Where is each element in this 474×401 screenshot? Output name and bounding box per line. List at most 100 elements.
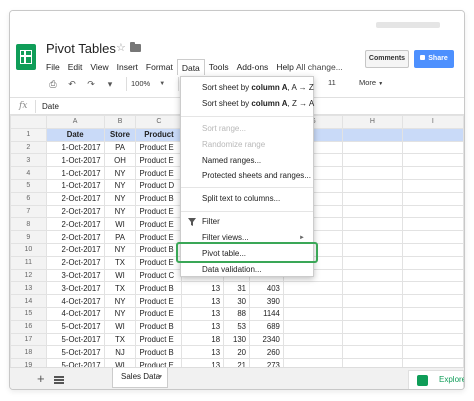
row-header[interactable]: 10 (10, 242, 47, 257)
cell-i[interactable] (401, 294, 464, 308)
cell-date[interactable]: 5-Oct-2017 (45, 319, 105, 334)
zoom-select[interactable]: 100% (131, 77, 150, 91)
paint-format-icon[interactable]: ▾ (103, 77, 117, 91)
row-header[interactable]: 14 (10, 294, 47, 308)
cell-date[interactable]: 1-Oct-2017 (45, 178, 105, 193)
cell-g[interactable] (282, 358, 344, 367)
cell-d[interactable]: 13 (181, 345, 225, 360)
cell-e[interactable]: 88 (223, 306, 250, 321)
cell-g[interactable] (282, 319, 344, 334)
cell-date[interactable]: 1-Oct-2017 (45, 153, 105, 168)
cell-date[interactable]: 1-Oct-2017 (45, 166, 105, 180)
cell-h[interactable] (342, 153, 403, 168)
zoom-chevron-down-icon[interactable]: ▼ (155, 77, 169, 91)
row-header[interactable]: 17 (10, 332, 47, 347)
cell-store[interactable]: NY (103, 242, 137, 257)
cell-date[interactable]: 1-Oct-2017 (45, 140, 105, 155)
row-header[interactable]: 3 (10, 153, 47, 168)
cell-h[interactable] (342, 281, 403, 296)
cell-h[interactable] (342, 345, 403, 360)
row-header[interactable]: 9 (10, 230, 47, 244)
font-size-select[interactable]: 11 (328, 78, 336, 87)
cell-product[interactable]: Product B (135, 345, 183, 360)
cell-g[interactable] (282, 332, 344, 347)
cell-i[interactable] (401, 242, 464, 257)
cell-store[interactable]: PA (103, 230, 137, 244)
row-header[interactable]: 1 (10, 127, 47, 142)
cell-product[interactable]: Product E (135, 306, 183, 321)
cell-g[interactable] (282, 294, 344, 308)
cell-date[interactable]: 4-Oct-2017 (45, 306, 105, 321)
cell-h[interactable] (342, 140, 403, 155)
sheet-tab-sales-data[interactable]: Sales Data ▼ (112, 368, 168, 388)
cell-f[interactable]: 689 (249, 319, 284, 334)
row-header[interactable]: 6 (10, 191, 47, 206)
cell-i[interactable] (401, 178, 464, 193)
cell-h[interactable] (342, 294, 403, 308)
cell-f[interactable]: 390 (249, 294, 284, 308)
cell-e[interactable]: 21 (223, 358, 250, 367)
cell-i[interactable] (401, 268, 464, 283)
cell-h[interactable] (342, 166, 403, 180)
undo-icon[interactable]: ↶ (65, 77, 79, 91)
cell-e[interactable]: 130 (223, 332, 250, 347)
cell-store[interactable]: TX (103, 281, 137, 296)
print-icon[interactable]: ⎙ (46, 77, 60, 91)
cell-store[interactable]: TX (103, 332, 137, 347)
cell-i[interactable] (401, 230, 464, 244)
cell-f[interactable]: 273 (249, 358, 284, 367)
cell-date[interactable]: 2-Oct-2017 (45, 255, 105, 270)
cell-f[interactable]: 2340 (249, 332, 284, 347)
cell-product[interactable]: Product B (135, 191, 183, 206)
cell-f[interactable]: 1144 (249, 306, 284, 321)
all-sheets-list-icon[interactable] (54, 376, 64, 384)
sheets-logo-icon[interactable] (16, 44, 36, 70)
cell-h[interactable] (342, 242, 403, 257)
row-header[interactable]: 16 (10, 319, 47, 334)
cell-store[interactable]: NY (103, 178, 137, 193)
cell-g[interactable] (282, 345, 344, 360)
cell-d[interactable]: 13 (181, 306, 225, 321)
menu-item-filter[interactable]: Filter (181, 215, 313, 229)
cell-i[interactable] (401, 166, 464, 180)
add-sheet-button[interactable]: + (37, 372, 45, 385)
row-header[interactable]: 4 (10, 166, 47, 180)
row-header[interactable]: 2 (10, 140, 47, 155)
cell-date[interactable]: 2-Oct-2017 (45, 230, 105, 244)
cell-product[interactable]: Product E (135, 217, 183, 232)
cell-product[interactable]: Product B (135, 319, 183, 334)
cell-h[interactable] (342, 255, 403, 270)
cell-store[interactable]: NJ (103, 345, 137, 360)
cell-date[interactable]: 5-Oct-2017 (45, 345, 105, 360)
row-header[interactable]: 19 (10, 358, 47, 367)
cell-i[interactable] (401, 191, 464, 206)
explore-button[interactable]: Explore (408, 370, 464, 389)
row-header[interactable]: 15 (10, 306, 47, 321)
cell-i[interactable] (401, 306, 464, 321)
redo-icon[interactable]: ↷ (84, 77, 98, 91)
cell-product[interactable]: Product E (135, 332, 183, 347)
cell-store[interactable]: WI (103, 268, 137, 283)
row-header[interactable]: 12 (10, 268, 47, 283)
cell-h[interactable] (342, 319, 403, 334)
menu-item-sort-sheet-az[interactable]: Sort sheet by column A, A → Z (181, 81, 314, 95)
row-header[interactable]: 8 (10, 217, 47, 232)
star-icon[interactable]: ☆ (116, 41, 126, 54)
cell-f[interactable]: 260 (249, 345, 284, 360)
cell-h[interactable] (342, 178, 403, 193)
menu-item-named-ranges[interactable]: Named ranges... (181, 154, 313, 168)
cell-product[interactable]: Product C (135, 268, 183, 283)
cell-product[interactable]: Product E (135, 166, 183, 180)
cell-store[interactable]: NY (103, 306, 137, 321)
cell-h[interactable] (342, 127, 403, 142)
cell-product[interactable]: Product E (135, 230, 183, 244)
row-header[interactable]: 13 (10, 281, 47, 296)
cell-product[interactable]: Product E (135, 140, 183, 155)
cell-store[interactable]: Store (103, 127, 137, 142)
select-all-corner[interactable] (10, 115, 47, 129)
menu-item-split-text[interactable]: Split text to columns... (181, 192, 313, 206)
cell-store[interactable]: WI (103, 358, 137, 367)
cell-e[interactable]: 20 (223, 345, 250, 360)
cell-g[interactable] (282, 281, 344, 296)
cell-date[interactable]: 2-Oct-2017 (45, 217, 105, 232)
